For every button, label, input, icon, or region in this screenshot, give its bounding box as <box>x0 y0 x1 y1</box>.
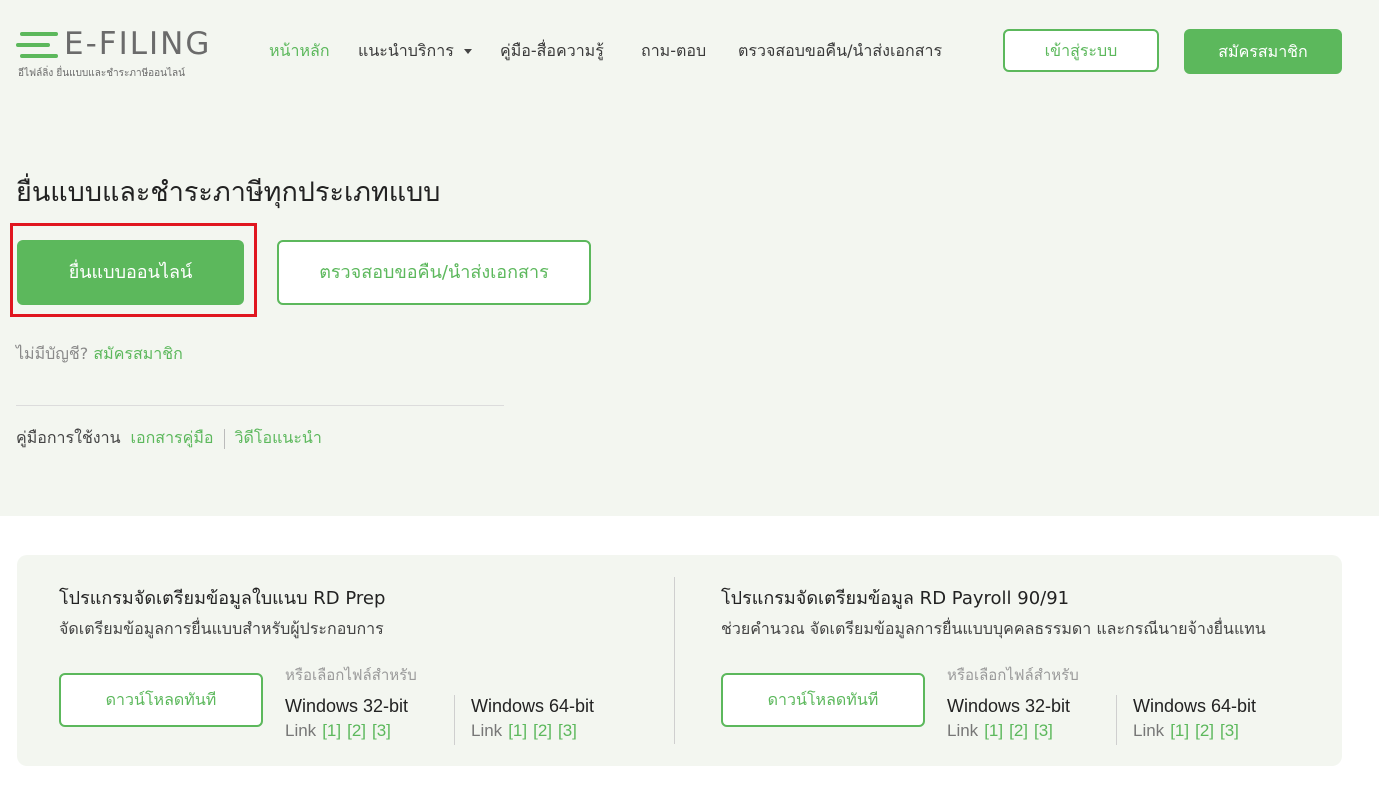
os-links: Link [1] [2] [3] <box>1133 719 1256 743</box>
download-link-2[interactable]: [2] <box>1009 721 1028 740</box>
nav-item-faq[interactable]: ถาม-ตอบ <box>641 38 706 64</box>
rd-prep-win32: Windows 32-bit Link [1] [2] [3] <box>285 695 408 743</box>
os-links: Link [1] [2] [3] <box>947 719 1070 743</box>
or-choose-file-label: หรือเลือกไฟล์สำหรับ <box>285 666 417 684</box>
rd-payroll-subtitle: ช่วยคำนวณ จัดเตรียมข้อมูลการยื่นแบบบุคคล… <box>721 619 1266 638</box>
rd-payroll-title: โปรแกรมจัดเตรียมข้อมูล RD Payroll 90/91 <box>721 588 1070 609</box>
link-label: Link <box>1133 721 1165 740</box>
efiling-logo[interactable]: E-FILING อีไฟล์ลิ่ง ยื่นแบบและชำระภาษีออ… <box>16 26 256 82</box>
manual-links: คู่มือการใช้งาน เอกสารคู่มือ วิดีโอแนะนำ <box>16 426 322 451</box>
file-online-button[interactable]: ยื่นแบบออนไลน์ <box>17 240 244 305</box>
download-link-3[interactable]: [3] <box>558 721 577 740</box>
nav-item-check-refund[interactable]: ตรวจสอบขอคืน/นำส่งเอกสาร <box>738 38 942 64</box>
download-link-1[interactable]: [1] <box>322 721 341 740</box>
os-name: Windows 32-bit <box>285 696 409 716</box>
page-title: ยื่นแบบและชำระภาษีทุกประเภทแบบ <box>16 177 441 208</box>
logo-mark-icon <box>16 32 60 58</box>
link-label: Link <box>471 721 503 740</box>
signup-link[interactable]: สมัครสมาชิก <box>93 344 182 363</box>
logo-tagline: อีไฟล์ลิ่ง ยื่นแบบและชำระภาษีออนไลน์ <box>18 68 185 79</box>
download-link-3[interactable]: [3] <box>1220 721 1239 740</box>
download-link-1[interactable]: [1] <box>1170 721 1189 740</box>
nav-item-manuals[interactable]: คู่มือ-สื่อความรู้ <box>500 38 604 64</box>
os-links: Link [1] [2] [3] <box>471 719 594 743</box>
rd-prep-download-button[interactable]: ดาวน์โหลดทันที <box>59 673 263 727</box>
download-link-1[interactable]: [1] <box>984 721 1003 740</box>
nav-item-services-label: แนะนำบริการ <box>358 41 454 60</box>
or-choose-file-label: หรือเลือกไฟล์สำหรับ <box>947 666 1079 684</box>
os-name: Windows 64-bit <box>1133 696 1257 716</box>
os-links: Link [1] [2] [3] <box>285 719 408 743</box>
rd-prep-subtitle: จัดเตรียมข้อมูลการยื่นแบบสำหรับผู้ประกอบ… <box>59 619 384 638</box>
download-link-2[interactable]: [2] <box>533 721 552 740</box>
download-link-2[interactable]: [2] <box>1195 721 1214 740</box>
link-separator <box>223 428 225 449</box>
rd-payroll-download-button[interactable]: ดาวน์โหลดทันที <box>721 673 925 727</box>
rd-prep-section: โปรแกรมจัดเตรียมข้อมูลใบแนบ RD Prep จัดเ… <box>17 555 677 766</box>
download-link-1[interactable]: [1] <box>508 721 527 740</box>
download-link-3[interactable]: [3] <box>372 721 391 740</box>
register-button[interactable]: สมัครสมาชิก <box>1184 29 1342 74</box>
link-label: Link <box>285 721 317 740</box>
manual-document-link[interactable]: เอกสารคู่มือ <box>131 428 214 447</box>
logo-text: E-FILING <box>64 26 212 62</box>
rd-payroll-section: โปรแกรมจัดเตรียมข้อมูล RD Payroll 90/91 … <box>679 555 1342 766</box>
os-name: Windows 64-bit <box>471 696 595 716</box>
rd-payroll-win32: Windows 32-bit Link [1] [2] [3] <box>947 695 1070 743</box>
nav-item-services[interactable]: แนะนำบริการ <box>358 38 472 64</box>
link-label: Link <box>947 721 979 740</box>
rd-prep-title: โปรแกรมจัดเตรียมข้อมูลใบแนบ RD Prep <box>59 588 386 609</box>
rd-prep-win64: Windows 64-bit Link [1] [2] [3] <box>454 695 594 745</box>
no-account-prompt: ไม่มีบัญชี? สมัครสมาชิก <box>16 342 183 367</box>
no-account-text: ไม่มีบัญชี? <box>16 344 89 363</box>
check-refund-button[interactable]: ตรวจสอบขอคืน/นำส่งเอกสาร <box>277 240 591 305</box>
rd-payroll-win64: Windows 64-bit Link [1] [2] [3] <box>1116 695 1256 745</box>
nav-item-home[interactable]: หน้าหลัก <box>269 38 330 64</box>
login-button[interactable]: เข้าสู่ระบบ <box>1003 29 1159 72</box>
os-name: Windows 32-bit <box>947 696 1071 716</box>
download-link-2[interactable]: [2] <box>347 721 366 740</box>
divider <box>16 405 504 406</box>
caret-down-icon <box>463 49 472 54</box>
manual-video-link[interactable]: วิดีโอแนะนำ <box>235 428 322 447</box>
column-divider <box>674 577 675 744</box>
download-card: โปรแกรมจัดเตรียมข้อมูลใบแนบ RD Prep จัดเ… <box>17 555 1342 766</box>
download-link-3[interactable]: [3] <box>1034 721 1053 740</box>
manual-label: คู่มือการใช้งาน <box>16 428 121 447</box>
